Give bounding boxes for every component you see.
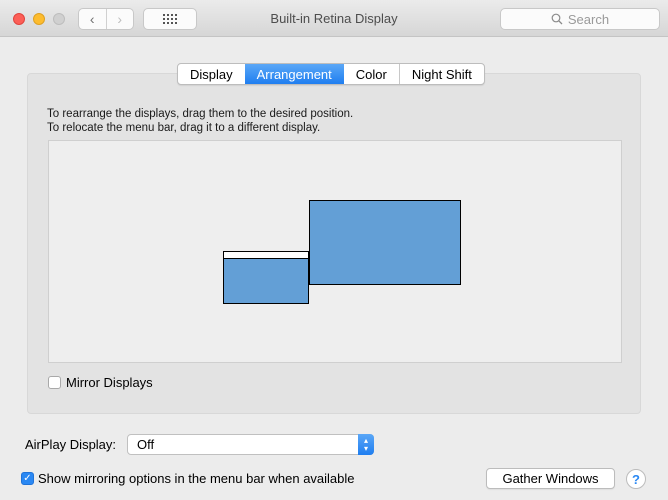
airplay-display-value: Off: [137, 437, 155, 452]
display-arrangement-area: [48, 140, 622, 363]
checkmark-icon: ✓: [23, 473, 32, 484]
menu-bar-indicator[interactable]: [224, 252, 308, 259]
tab-night-shift[interactable]: Night Shift: [398, 64, 484, 84]
show-mirroring-checkbox[interactable]: ✓: [21, 472, 34, 485]
tab-color[interactable]: Color: [344, 64, 399, 84]
tab-display[interactable]: Display: [178, 64, 245, 84]
tab-arrangement[interactable]: Arrangement: [244, 64, 344, 84]
show-mirroring-option[interactable]: ✓ Show mirroring options in the menu bar…: [21, 471, 355, 486]
instruction-line-2: To relocate the menu bar, drag it to a d…: [47, 122, 321, 134]
built-in-display[interactable]: [223, 251, 309, 304]
search-field[interactable]: Search: [500, 8, 660, 30]
mirror-displays-checkbox[interactable]: [48, 376, 61, 389]
mirror-displays-option[interactable]: Mirror Displays: [48, 375, 153, 390]
instruction-line-1: To rearrange the displays, drag them to …: [47, 108, 354, 120]
help-button[interactable]: ?: [626, 469, 646, 489]
search-icon: [551, 13, 563, 25]
external-display[interactable]: [309, 200, 461, 285]
up-down-chevron-icon: ▴ ▾: [358, 434, 374, 455]
tab-bar: Display Arrangement Color Night Shift: [177, 63, 485, 85]
instructions: To rearrange the displays, drag them to …: [47, 107, 353, 135]
airplay-display-label: AirPlay Display:: [25, 437, 117, 452]
show-mirroring-label: Show mirroring options in the menu bar w…: [38, 471, 355, 486]
search-placeholder: Search: [567, 11, 610, 27]
airplay-display-select[interactable]: Off ▴ ▾: [127, 434, 374, 455]
question-mark-icon: ?: [632, 471, 640, 487]
gather-windows-button[interactable]: Gather Windows: [486, 468, 615, 489]
title-bar: ‹ › Built-in Retina Display Search: [0, 0, 668, 37]
mirror-displays-label: Mirror Displays: [66, 375, 153, 390]
